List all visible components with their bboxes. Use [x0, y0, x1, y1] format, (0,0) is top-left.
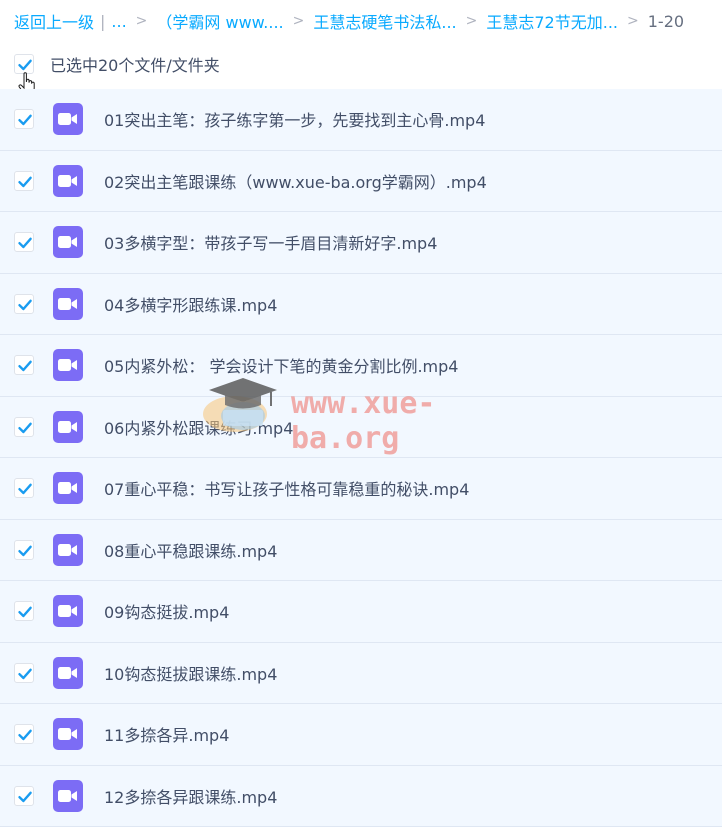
- file-row[interactable]: 01突出主笔：孩子练字第一步，先要找到主心骨.mp4: [0, 89, 722, 151]
- back-link[interactable]: 返回上一级: [14, 9, 94, 33]
- selection-count-label: 已选中20个文件/文件夹: [50, 52, 220, 76]
- file-checkbox[interactable]: [14, 355, 34, 375]
- checkmark-icon: [16, 665, 34, 683]
- video-file-icon: [53, 103, 83, 135]
- file-name[interactable]: 12多捺各异跟课练.mp4: [104, 784, 277, 808]
- file-name[interactable]: 01突出主笔：孩子练字第一步，先要找到主心骨.mp4: [104, 107, 485, 131]
- checkmark-icon: [16, 234, 34, 252]
- file-row[interactable]: 06内紧外松跟课练习.mp4: [0, 397, 722, 459]
- checkmark-icon: [16, 357, 34, 375]
- chevron-right-icon: >: [627, 13, 639, 29]
- file-name[interactable]: 04多横字形跟练课.mp4: [104, 292, 277, 316]
- file-checkbox[interactable]: [14, 417, 34, 437]
- file-name[interactable]: 11多捺各异.mp4: [104, 722, 229, 746]
- breadcrumb-divider: |: [100, 12, 105, 31]
- breadcrumb-folder-1[interactable]: （学霸网 www....: [156, 9, 283, 33]
- file-row[interactable]: 10钩态挺拔跟课练.mp4: [0, 643, 722, 705]
- file-name[interactable]: 06内紧外松跟课练习.mp4: [104, 415, 293, 439]
- file-checkbox[interactable]: [14, 109, 34, 129]
- checkmark-icon: [16, 173, 34, 191]
- file-checkbox[interactable]: [14, 601, 34, 621]
- checkmark-icon: [16, 480, 34, 498]
- video-file-icon: [53, 657, 83, 689]
- file-checkbox[interactable]: [14, 294, 34, 314]
- video-file-icon: [53, 534, 83, 566]
- chevron-right-icon: >: [136, 13, 148, 29]
- file-checkbox[interactable]: [14, 663, 34, 683]
- file-row[interactable]: 08重心平稳跟课练.mp4: [0, 520, 722, 582]
- video-file-icon: [53, 165, 83, 197]
- file-name[interactable]: 05内紧外松： 学会设计下笔的黄金分割比例.mp4: [104, 353, 458, 377]
- chevron-right-icon: >: [466, 13, 478, 29]
- video-file-icon: [53, 472, 83, 504]
- file-list: 01突出主笔：孩子练字第一步，先要找到主心骨.mp4 02突出主笔跟课练（www.…: [0, 89, 722, 827]
- file-row[interactable]: 04多横字形跟练课.mp4: [0, 274, 722, 336]
- file-row[interactable]: 09钩态挺拔.mp4: [0, 581, 722, 643]
- video-file-icon: [53, 718, 83, 750]
- checkmark-icon: [16, 296, 34, 314]
- file-row[interactable]: 05内紧外松： 学会设计下笔的黄金分割比例.mp4: [0, 335, 722, 397]
- file-checkbox[interactable]: [14, 171, 34, 191]
- video-file-icon: [53, 226, 83, 258]
- breadcrumb-ellipsis[interactable]: ...: [111, 12, 126, 31]
- file-name[interactable]: 03多横字型：带孩子写一手眉目清新好字.mp4: [104, 230, 437, 254]
- video-file-icon: [53, 595, 83, 627]
- checkmark-icon: [16, 111, 34, 129]
- file-checkbox[interactable]: [14, 786, 34, 806]
- breadcrumb-folder-3[interactable]: 王慧志72节无加...: [486, 9, 618, 33]
- checkmark-icon: [16, 542, 34, 560]
- select-all-checkbox[interactable]: [14, 54, 34, 74]
- file-row[interactable]: 02突出主笔跟课练（www.xue-ba.org学霸网）.mp4: [0, 151, 722, 213]
- file-name[interactable]: 09钩态挺拔.mp4: [104, 599, 229, 623]
- file-checkbox[interactable]: [14, 724, 34, 744]
- breadcrumb-current: 1-20: [648, 12, 684, 31]
- file-checkbox[interactable]: [14, 540, 34, 560]
- checkmark-icon: [16, 726, 34, 744]
- video-file-icon: [53, 411, 83, 443]
- file-row[interactable]: 12多捺各异跟课练.mp4: [0, 766, 722, 827]
- video-file-icon: [53, 288, 83, 320]
- file-name[interactable]: 08重心平稳跟课练.mp4: [104, 538, 277, 562]
- file-name[interactable]: 02突出主笔跟课练（www.xue-ba.org学霸网）.mp4: [104, 169, 487, 193]
- file-row[interactable]: 03多横字型：带孩子写一手眉目清新好字.mp4: [0, 212, 722, 274]
- breadcrumb-folder-2[interactable]: 王慧志硬笔书法私...: [313, 9, 456, 33]
- file-checkbox[interactable]: [14, 232, 34, 252]
- file-row[interactable]: 11多捺各异.mp4: [0, 704, 722, 766]
- file-name[interactable]: 10钩态挺拔跟课练.mp4: [104, 661, 277, 685]
- file-name[interactable]: 07重心平稳：书写让孩子性格可靠稳重的秘诀.mp4: [104, 476, 469, 500]
- checkmark-icon: [16, 419, 34, 437]
- checkmark-icon: [16, 788, 34, 806]
- video-file-icon: [53, 780, 83, 812]
- breadcrumb: 返回上一级 | ... > （学霸网 www.... > 王慧志硬笔书法私...…: [14, 10, 684, 32]
- file-row[interactable]: 07重心平稳：书写让孩子性格可靠稳重的秘诀.mp4: [0, 458, 722, 520]
- file-checkbox[interactable]: [14, 478, 34, 498]
- select-all-row: 已选中20个文件/文件夹: [14, 53, 220, 75]
- chevron-right-icon: >: [293, 13, 305, 29]
- video-file-icon: [53, 349, 83, 381]
- checkmark-icon: [16, 603, 34, 621]
